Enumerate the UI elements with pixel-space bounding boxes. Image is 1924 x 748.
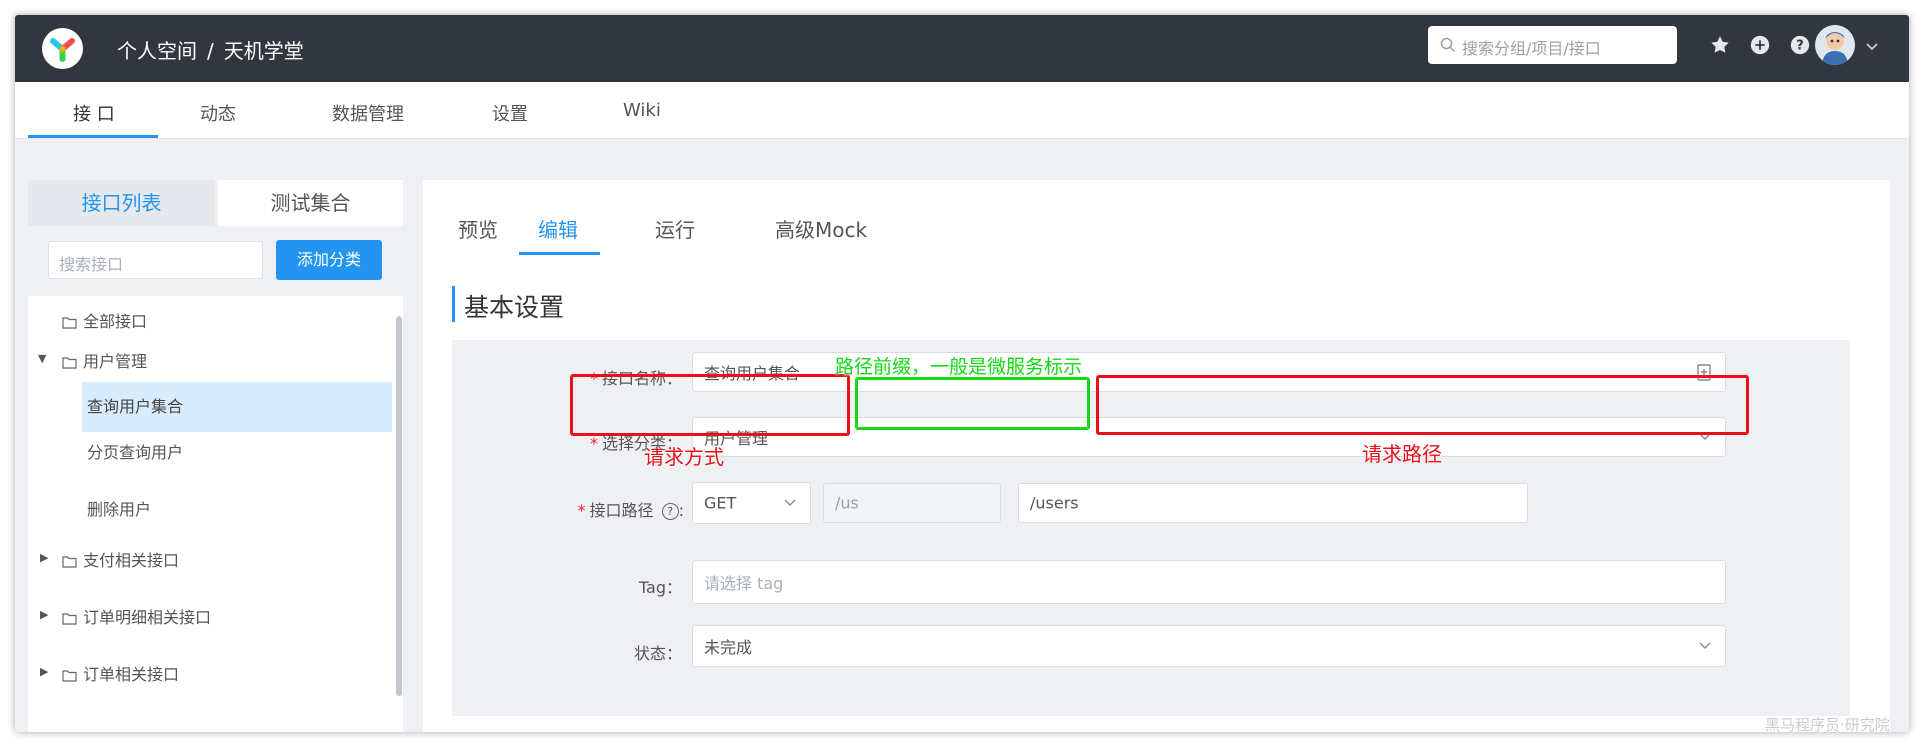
tab-active-indicator: [519, 252, 600, 255]
required-mark: *: [577, 501, 586, 520]
nav-settings[interactable]: 设置: [492, 100, 528, 126]
prefix-annotation-text: 路径前缀，一般是微服务标示: [835, 356, 1083, 378]
caret-right-icon[interactable]: ▶: [40, 551, 48, 564]
nav-wiki[interactable]: Wiki: [623, 100, 661, 121]
path-value: /users: [1030, 493, 1079, 513]
nav-active-indicator: [28, 135, 158, 138]
tree-item-label: 订单相关接口: [83, 665, 180, 684]
tree-item-order[interactable]: 订单相关接口: [62, 661, 179, 685]
tree-item-all[interactable]: 全部接口: [62, 308, 147, 332]
interface-sidebar: 接口列表 测试集合 搜索接口 添加分类 全部接口 ▼ 用户管理 查询用户集合 分…: [28, 180, 403, 732]
watermark: 黑马程序员·研究院: [1765, 716, 1890, 734]
sidebar-search-row: 搜索接口 添加分类: [28, 226, 403, 296]
global-search-placeholder: 搜索分组/项目/接口: [1462, 39, 1601, 58]
method-value: GET: [704, 493, 737, 513]
add-category-button[interactable]: 添加分类: [276, 240, 382, 280]
main-nav: 接 口 动态 数据管理 设置 Wiki: [15, 82, 1909, 139]
folder-icon: [62, 670, 77, 682]
tree-item-label: 分页查询用户: [87, 443, 184, 462]
breadcrumb-personal-space[interactable]: 个人空间: [117, 39, 197, 63]
tree-item-label: 订单明细相关接口: [83, 608, 212, 627]
path-label-text: 接口路径: [589, 501, 654, 520]
tab-advanced-mock[interactable]: 高级Mock: [775, 214, 867, 243]
nav-interface[interactable]: 接 口: [73, 100, 115, 126]
tree-item-label: 用户管理: [83, 352, 148, 371]
required-mark: *: [589, 434, 598, 453]
sidebar-scrollbar[interactable]: [396, 316, 402, 696]
method-select[interactable]: GET: [692, 482, 811, 524]
star-icon[interactable]: [1709, 34, 1731, 56]
tab-interface-list[interactable]: 接口列表: [28, 180, 215, 226]
status-label: 状态：: [633, 644, 682, 663]
app-logo[interactable]: [42, 28, 83, 69]
breadcrumb: 个人空间 / 天机学堂: [117, 35, 304, 64]
chevron-down-icon[interactable]: [1866, 43, 1878, 51]
tree-item-paged-query-users[interactable]: 分页查询用户: [87, 439, 183, 463]
method-annotation-text: 请求方式: [644, 445, 724, 469]
folder-icon: [62, 556, 77, 568]
chevron-down-icon: [784, 499, 796, 506]
caret-right-icon[interactable]: ▶: [40, 608, 48, 621]
nav-data-management[interactable]: 数据管理: [332, 100, 404, 126]
tree-item-order-detail[interactable]: 订单明细相关接口: [62, 604, 211, 628]
path-annotation-text: 请求路径: [1362, 442, 1442, 466]
tree-item-label: 查询用户集合: [87, 397, 184, 416]
path-input[interactable]: /users: [1018, 483, 1528, 523]
avatar[interactable]: [1815, 25, 1855, 65]
tab-preview[interactable]: 预览: [458, 214, 498, 243]
sidebar-tabs: 接口列表 测试集合: [28, 180, 403, 226]
prefix-annotation-box: [855, 377, 1090, 430]
top-bar: 个人空间 / 天机学堂 搜索分组/项目/接口 ?: [15, 15, 1909, 82]
help-icon[interactable]: ?: [661, 503, 679, 520]
breadcrumb-separator: /: [207, 39, 214, 63]
path-annotation-box: [1096, 375, 1749, 435]
section-accent-bar: [452, 286, 455, 322]
help-icon[interactable]: ?: [1789, 34, 1811, 56]
caret-right-icon[interactable]: ▶: [40, 665, 48, 678]
interface-search-input[interactable]: 搜索接口: [48, 241, 263, 279]
folder-icon: [62, 613, 77, 625]
tree-item-label: 全部接口: [83, 312, 148, 331]
tree-item-query-users[interactable]: 查询用户集合: [87, 393, 183, 417]
tab-edit[interactable]: 编辑: [538, 214, 578, 243]
tab-test-collection[interactable]: 测试集合: [218, 180, 403, 226]
app-window: 个人空间 / 天机学堂 搜索分组/项目/接口 ? 接 口 动态 数据管理 设置 …: [15, 15, 1909, 732]
tree-item-payment[interactable]: 支付相关接口: [62, 547, 179, 571]
global-search-input[interactable]: 搜索分组/项目/接口: [1428, 26, 1677, 64]
path-prefix-value: /us: [835, 493, 859, 513]
tag-label: Tag：: [638, 578, 682, 597]
status-select[interactable]: 未完成: [692, 625, 1726, 667]
tree-item-label: 支付相关接口: [83, 551, 180, 570]
path-label-colon: :: [678, 501, 684, 520]
tab-run[interactable]: 运行: [655, 214, 695, 243]
interface-tree: 全部接口 ▼ 用户管理 查询用户集合 分页查询用户 删除用户 ▶ 支付相关接口 …: [28, 296, 403, 732]
tag-select[interactable]: 请选择 tag: [692, 560, 1726, 604]
path-prefix-input: /us: [823, 483, 1001, 523]
svg-text:?: ?: [1796, 39, 1803, 54]
method-annotation-box: [570, 374, 850, 436]
nav-activity[interactable]: 动态: [200, 100, 236, 126]
chevron-down-icon: [1699, 642, 1711, 649]
folder-open-icon: [62, 357, 77, 369]
breadcrumb-project[interactable]: 天机学堂: [224, 39, 304, 63]
status-value: 未完成: [704, 638, 753, 657]
search-icon: [1440, 37, 1456, 53]
interface-search-placeholder: 搜索接口: [59, 255, 124, 274]
tree-item-user-management[interactable]: 用户管理: [62, 348, 147, 372]
tree-item-delete-user[interactable]: 删除用户: [87, 496, 151, 520]
section-title: 基本设置: [464, 293, 565, 322]
caret-down-icon[interactable]: ▼: [38, 352, 46, 365]
tree-item-label: 删除用户: [87, 500, 152, 519]
folder-icon: [62, 317, 77, 329]
path-label: * 接口路径 ?:: [542, 497, 684, 521]
tag-placeholder: 请选择 tag: [704, 574, 784, 593]
plus-circle-icon[interactable]: [1749, 34, 1771, 56]
